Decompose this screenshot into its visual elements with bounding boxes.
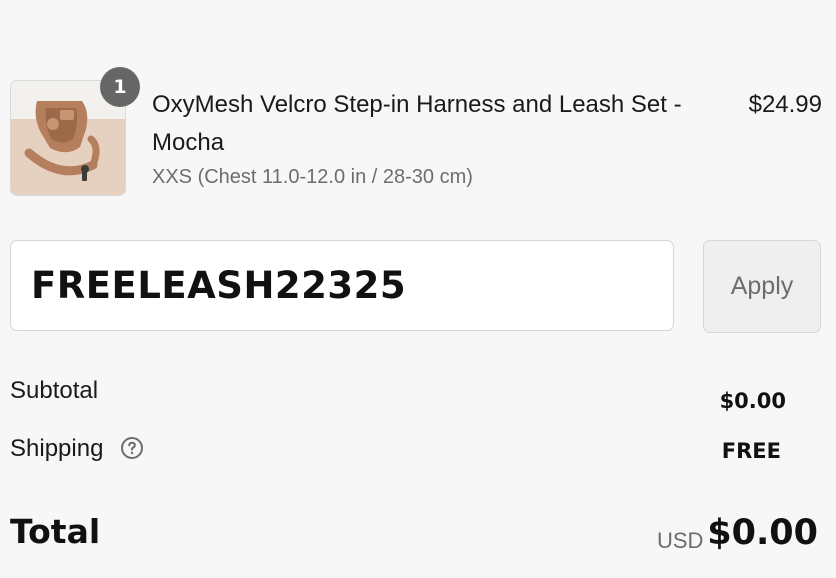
- discount-code-field[interactable]: [10, 240, 674, 331]
- quantity-badge: 1: [100, 67, 140, 107]
- order-line-item: 1 OxyMesh Velcro Step-in Harness and Lea…: [10, 67, 826, 200]
- subtotal-label: Subtotal: [10, 377, 99, 404]
- product-price: $24.99: [748, 91, 822, 118]
- product-title: OxyMesh Velcro Step-in Harness and Leash…: [152, 91, 682, 156]
- shipping-row-label: Shipping: [10, 435, 144, 463]
- apply-button[interactable]: Apply: [703, 240, 821, 333]
- total-value: $0.00: [707, 513, 818, 553]
- total-currency: USD: [657, 528, 704, 553]
- shipping-label: Shipping: [10, 435, 104, 462]
- subtotal-value: $0.00: [719, 389, 786, 413]
- total-label: Total: [10, 512, 101, 551]
- product-thumbnail-wrapper: 1: [10, 67, 140, 196]
- product-variant: XXS (Chest 11.0-12.0 in / 28-30 cm): [152, 166, 473, 188]
- question-circle-icon[interactable]: [120, 436, 144, 460]
- discount-code-input[interactable]: [31, 241, 673, 330]
- shipping-value: FREE: [721, 439, 781, 463]
